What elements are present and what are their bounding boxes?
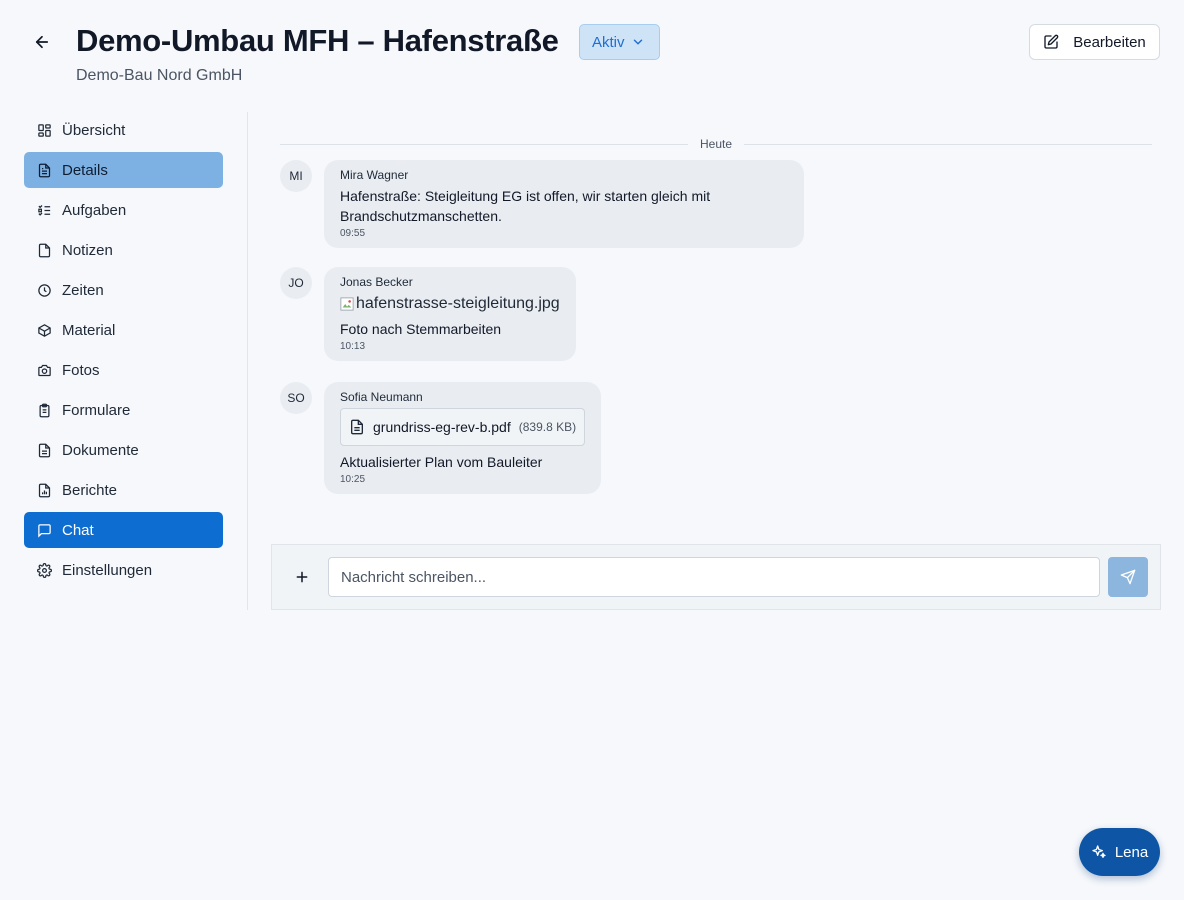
file-name: grundriss-eg-rev-b.pdf (373, 419, 511, 435)
chat-icon (36, 522, 52, 538)
back-button[interactable] (30, 30, 54, 54)
sidebar-item-berichte[interactable]: Berichte (24, 472, 223, 508)
edit-button[interactable]: Bearbeiten (1029, 24, 1160, 60)
grid-icon (36, 122, 52, 138)
gear-icon (36, 562, 52, 578)
message-time: 10:13 (340, 341, 366, 352)
sidebar-item-label: Dokumente (62, 441, 139, 459)
clock-icon (36, 282, 52, 298)
sidebar-item-uebersicht[interactable]: Übersicht (24, 112, 223, 148)
avatar: JO (280, 267, 312, 299)
chat-message: MI Mira Wagner Hafenstraße: Steigleitung… (280, 160, 804, 248)
sidebar-item-einstellungen[interactable]: Einstellungen (24, 552, 223, 588)
message-bubble: Jonas Becker hafenstrasse-steigleitung.j… (324, 267, 576, 361)
sidebar-item-label: Aufgaben (62, 201, 127, 219)
report-icon (36, 482, 52, 498)
message-composer (271, 544, 1161, 610)
sidebar-item-label: Einstellungen (62, 561, 153, 579)
chat-message: JO Jonas Becker hafenstrasse-steigleitun… (280, 267, 576, 361)
sidebar-item-label: Notizen (62, 241, 113, 259)
chat-message: SO Sofia Neumann grundriss-eg-rev-b.pdf … (280, 382, 602, 494)
divider-line (280, 143, 688, 145)
assistant-button[interactable]: Lena (1079, 828, 1160, 876)
file-icon (351, 419, 363, 435)
sidebar-item-label: Übersicht (62, 121, 126, 139)
chevron-down-icon (633, 39, 642, 45)
sidebar-item-label: Berichte (62, 481, 118, 499)
send-icon (1120, 569, 1136, 585)
day-label: Heute (699, 137, 733, 151)
sidebar-item-aufgaben[interactable]: Aufgaben (24, 192, 223, 228)
list-check-icon (36, 202, 52, 218)
sidebar-item-label: Material (62, 321, 116, 339)
message-image[interactable]: hafenstrasse-steigleitung.jpg (340, 293, 560, 315)
sidebar-nav: Übersicht Details Aufgaben Notizen Zeite… (24, 112, 223, 592)
sidebar-item-label: Chat (62, 521, 94, 539)
message-sender: Jonas Becker (340, 275, 413, 289)
day-separator: Heute (280, 136, 1152, 152)
message-text: Aktualisierter Plan vom Bauleiter (340, 454, 543, 470)
message-input[interactable] (328, 557, 1100, 597)
sidebar-item-label: Zeiten (62, 281, 104, 299)
sidebar-item-label: Formulare (62, 401, 131, 419)
message-bubble: Mira Wagner Hafenstraße: Steigleitung EG… (324, 160, 804, 248)
status-label: Aktiv (592, 33, 625, 51)
edit-icon (1044, 34, 1059, 49)
assistant-label: Lena (1114, 843, 1149, 861)
sidebar-item-label: Details (62, 161, 108, 179)
file-text-icon (36, 162, 52, 178)
sidebar-item-chat[interactable]: Chat (24, 512, 223, 548)
message-text: Foto nach Stemmarbeiten (340, 321, 502, 337)
image-alt-text: hafenstrasse-steigleitung.jpg (356, 295, 560, 312)
message-text: Hafenstraße: Steigleitung EG ist offen, … (340, 188, 711, 224)
status-dropdown[interactable]: Aktiv (579, 24, 660, 60)
file-attachment[interactable]: grundriss-eg-rev-b.pdf (839.8 KB) (340, 408, 586, 446)
sidebar-item-formulare[interactable]: Formulare (24, 392, 223, 428)
message-bubble: Sofia Neumann grundriss-eg-rev-b.pdf (83… (324, 382, 602, 494)
sidebar-divider (247, 112, 248, 610)
avatar: MI (280, 160, 312, 192)
sidebar-item-material[interactable]: Material (24, 312, 223, 348)
broken-image-icon (340, 297, 354, 311)
message-time: 09:55 (340, 228, 366, 239)
arrow-left-icon (35, 35, 49, 49)
add-attachment-button[interactable] (292, 567, 312, 587)
avatar: SO (280, 382, 312, 414)
clipboard-icon (36, 402, 52, 418)
sidebar-item-details[interactable]: Details (24, 152, 223, 188)
plus-icon (296, 571, 308, 583)
sidebar-item-label: Fotos (62, 361, 100, 379)
sidebar-item-fotos[interactable]: Fotos (24, 352, 223, 388)
sidebar-item-zeiten[interactable]: Zeiten (24, 272, 223, 308)
page-title: Demo-Umbau MFH – Hafenstraße (76, 23, 559, 58)
send-button[interactable] (1108, 557, 1148, 597)
edit-button-label: Bearbeiten (1073, 33, 1146, 51)
message-sender: Sofia Neumann (340, 390, 423, 404)
camera-icon (36, 362, 52, 378)
file-size: (839.8 KB) (518, 420, 577, 434)
company-name: Demo-Bau Nord GmbH (76, 67, 243, 84)
sparkles-icon (1092, 845, 1106, 858)
divider-line (744, 143, 1152, 145)
note-icon (36, 242, 52, 258)
package-icon (36, 322, 52, 338)
message-sender: Mira Wagner (340, 168, 409, 182)
document-icon (36, 442, 52, 458)
message-time: 10:25 (340, 474, 366, 485)
sidebar-item-notizen[interactable]: Notizen (24, 232, 223, 268)
sidebar-item-dokumente[interactable]: Dokumente (24, 432, 223, 468)
